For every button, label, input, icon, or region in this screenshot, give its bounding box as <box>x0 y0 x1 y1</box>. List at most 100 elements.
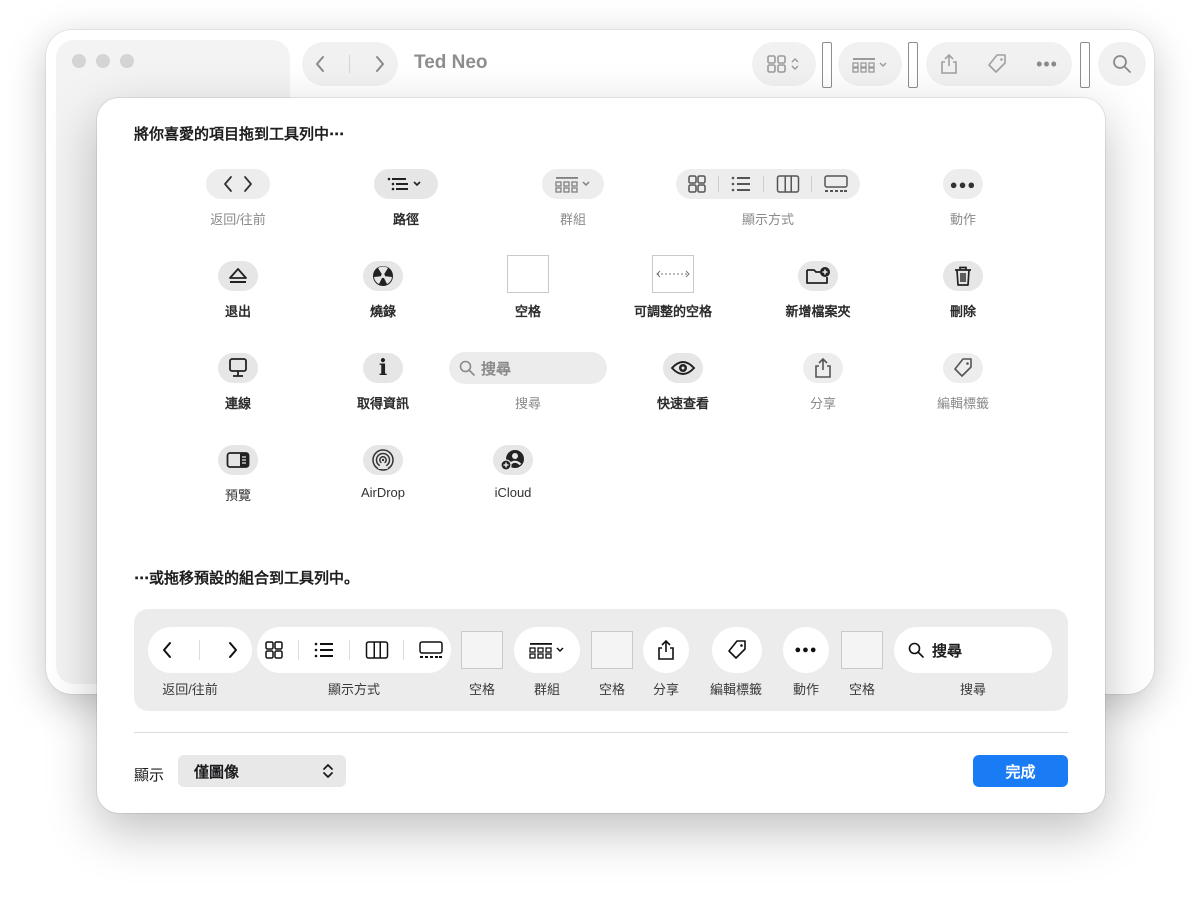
toolbar-item-view[interactable]: 顯示方式 <box>653 167 883 228</box>
toolbar-item-back-forward[interactable]: 返回/往前 <box>153 167 323 228</box>
search-icon <box>1113 55 1131 73</box>
finder-actions-group[interactable]: ••• <box>926 42 1072 86</box>
search-placeholder: 搜尋 <box>481 360 512 378</box>
ellipsis-icon: ●●● <box>794 644 818 656</box>
path-list-icon <box>387 177 421 191</box>
share-icon <box>815 357 831 378</box>
toolbar-item-search[interactable]: 搜尋 搜尋 <box>443 351 613 412</box>
default-toolbar-set[interactable]: 返回/往前 顯示方式 空格 群組 空格 分享 編輯標籤 ●●● 動作 空格 搜尋… <box>134 609 1068 711</box>
share-icon <box>941 53 957 74</box>
column-view-icon <box>365 641 388 659</box>
icloud-sharing-icon <box>500 450 524 471</box>
show-mode-select[interactable]: 僅圖像 <box>178 755 346 787</box>
default-label-space-3: 空格 <box>848 682 876 697</box>
sheet-header-default-set: ⋯或拖移預設的組合到工具列中。 <box>134 570 360 587</box>
finder-search-button[interactable] <box>1098 42 1146 86</box>
chevron-right-icon <box>228 642 237 658</box>
toolbar-drop-slot <box>1080 42 1090 88</box>
gallery-view-icon <box>824 175 849 192</box>
toolbar-drop-slot <box>908 42 918 88</box>
connect-display-icon <box>229 358 247 377</box>
tag-icon <box>988 54 1006 73</box>
item-label: 可調整的空格 <box>633 304 712 319</box>
default-label-view: 顯示方式 <box>327 682 381 697</box>
item-label: 取得資訊 <box>356 396 409 411</box>
minimize-window-button[interactable] <box>96 54 110 68</box>
resize-arrows-icon <box>656 270 690 278</box>
group-icon <box>852 58 887 73</box>
divider <box>134 732 1068 733</box>
icon-view-icon <box>687 175 706 193</box>
show-label: 顯示 <box>134 767 165 784</box>
grid-view-icon <box>767 55 799 73</box>
search-field: 搜尋 <box>449 352 607 384</box>
toolbar-drop-slot <box>822 42 832 88</box>
item-label: 顯示方式 <box>741 212 794 227</box>
item-label: 燒錄 <box>369 304 396 319</box>
toolbar-item-group[interactable]: 群組 <box>488 167 658 228</box>
space-placeholder <box>507 255 549 293</box>
item-label: 退出 <box>224 304 251 319</box>
toolbar-item-icloud[interactable]: iCloud <box>428 443 598 500</box>
item-label: 群組 <box>559 212 586 227</box>
tag-icon <box>954 358 972 377</box>
chevron-right-icon <box>376 56 385 72</box>
item-label: 刪除 <box>949 304 976 319</box>
item-label: 新增檔案夾 <box>785 304 851 319</box>
sheet-header-items: 將你喜愛的項目拖到工具列中⋯ <box>134 126 345 143</box>
show-mode-value: 僅圖像 <box>194 763 240 781</box>
default-label-action: 動作 <box>792 682 820 697</box>
finder-group-button[interactable] <box>838 42 902 86</box>
default-label-search: 搜尋 <box>959 682 987 697</box>
item-label: AirDrop <box>360 485 406 500</box>
default-label-space-2: 空格 <box>598 682 626 697</box>
chevron-left-icon <box>163 642 172 658</box>
default-action: ●●● <box>783 627 829 673</box>
new-folder-icon <box>806 267 830 284</box>
trash-icon <box>955 266 971 286</box>
item-label: 分享 <box>809 396 836 411</box>
chevron-left-icon <box>315 56 324 72</box>
list-view-icon <box>731 176 751 192</box>
finder-back-forward[interactable] <box>302 42 398 86</box>
toolbar-item-action[interactable]: ●●● 動作 <box>878 167 1048 228</box>
default-space-3 <box>841 627 883 673</box>
customize-toolbar-sheet: 將你喜愛的項目拖到工具列中⋯ 返回/往前 路徑 群組 顯示方式 ●●● 動作 退… <box>97 98 1105 813</box>
column-view-icon <box>776 175 800 193</box>
default-space-2 <box>591 627 633 673</box>
search-icon <box>908 642 924 658</box>
burn-icon <box>373 266 393 286</box>
default-space-1 <box>461 627 503 673</box>
flexible-space-placeholder <box>652 255 694 293</box>
default-search-text: 搜尋 <box>932 642 963 660</box>
chevron-right-icon <box>244 176 252 192</box>
group-icon <box>555 177 590 193</box>
ellipsis-icon: ••• <box>1036 53 1058 74</box>
done-button[interactable]: 完成 <box>973 755 1068 787</box>
toolbar-item-delete[interactable]: 刪除 <box>878 259 1048 320</box>
ellipsis-icon: ●●● <box>949 176 977 192</box>
item-label: 連線 <box>224 396 251 411</box>
item-label: 路徑 <box>392 212 419 227</box>
default-label-group: 群組 <box>533 682 561 697</box>
item-label: 預覽 <box>224 488 251 503</box>
default-group <box>514 627 580 673</box>
toolbar-item-edit-tags[interactable]: 編輯標籤 <box>878 351 1048 412</box>
window-title: Ted Neo <box>414 52 488 73</box>
default-label-space-1: 空格 <box>468 682 496 697</box>
group-icon <box>529 643 564 659</box>
default-share <box>643 627 689 673</box>
default-edit-tags <box>712 627 762 673</box>
zoom-window-button[interactable] <box>120 54 134 68</box>
item-label: iCloud <box>494 485 532 500</box>
search-icon <box>459 360 475 376</box>
item-label: 快速查看 <box>656 396 709 411</box>
item-label: 返回/往前 <box>210 212 266 227</box>
close-window-button[interactable] <box>72 54 86 68</box>
item-label: 空格 <box>514 304 541 319</box>
item-label: 編輯標籤 <box>936 396 989 411</box>
toolbar-item-path[interactable]: 路徑 <box>321 167 491 228</box>
default-label-edit-tags: 編輯標籤 <box>709 682 763 697</box>
eye-icon <box>670 361 696 375</box>
finder-view-button[interactable] <box>752 42 816 86</box>
